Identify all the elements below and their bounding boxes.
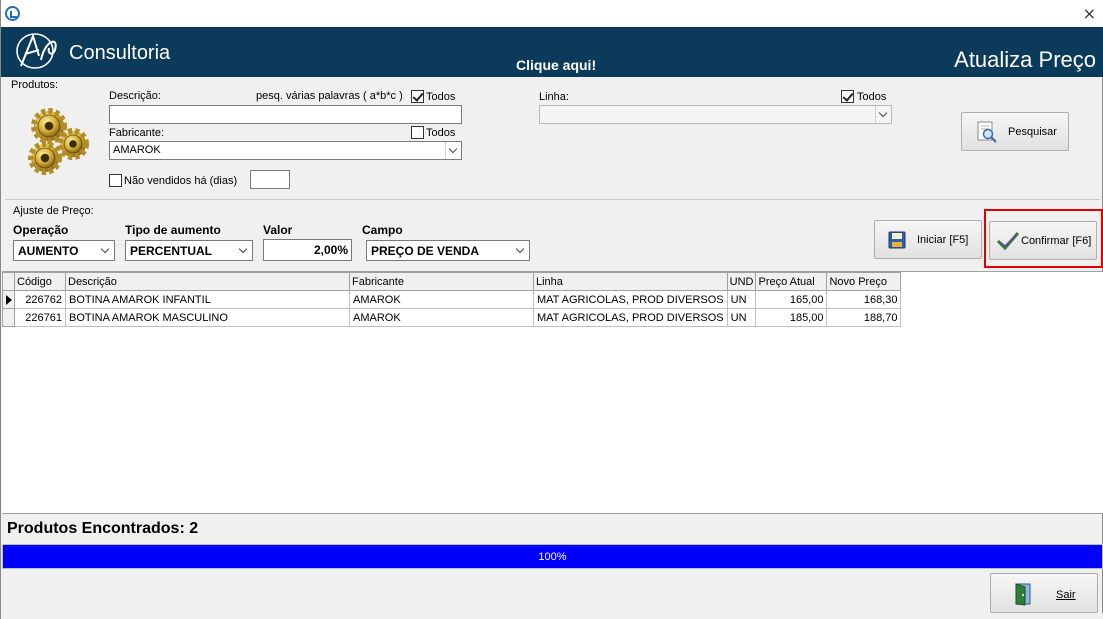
cell-und: UN: [726, 308, 757, 327]
sair-label: Sair: [1056, 589, 1076, 601]
row-indicator: [2, 308, 15, 327]
brand-name: Consultoria: [69, 42, 171, 64]
atualiza-preco-window: × Consultoria Clique aqui! Atualiza Preç…: [0, 0, 1103, 619]
ajuste-group-label: Ajuste de Preço:: [13, 205, 94, 217]
company-logo: [16, 32, 57, 69]
col-header-descricao[interactable]: Descrição: [65, 272, 350, 291]
sair-button[interactable]: Sair: [990, 573, 1098, 613]
fabricante-select[interactable]: AMAROK: [109, 141, 462, 160]
products-table: Código Descrição Fabricante Linha UND Pr…: [2, 272, 902, 327]
campo-label: Campo: [362, 223, 403, 237]
cell-descricao: BOTINA AMAROK INFANTIL: [65, 290, 350, 309]
search-icon: [977, 121, 997, 143]
pesquisar-button[interactable]: Pesquisar: [961, 112, 1069, 151]
multi-word-hint: pesq. várias palavras ( a*b*c ): [256, 90, 403, 102]
confirmar-button[interactable]: Confirmar [F6]: [989, 221, 1097, 260]
exit-door-icon: [1015, 583, 1031, 606]
table-row[interactable]: 226761 BOTINA AMAROK MASCULINO AMAROK MA…: [2, 308, 902, 327]
confirmar-label: Confirmar [F6]: [1021, 235, 1092, 247]
todos-linha-label: Todos: [857, 91, 887, 103]
app-icon: [5, 6, 20, 21]
campo-select[interactable]: PREÇO DE VENDA: [366, 240, 530, 261]
close-icon[interactable]: ×: [1083, 4, 1096, 23]
col-header-novo-preco[interactable]: Novo Preço: [826, 272, 902, 291]
row-indicator-header: [2, 272, 15, 291]
cell-descricao: BOTINA AMAROK MASCULINO: [65, 308, 350, 327]
nao-vendidos-label: Não vendidos há (dias): [124, 175, 238, 187]
screen-title: Atualiza Preço: [954, 47, 1096, 72]
checkmark-icon: [996, 232, 1020, 251]
operacao-select[interactable]: AUMENTO: [13, 240, 115, 261]
descricao-input[interactable]: [109, 105, 462, 124]
iniciar-label: Iniciar [F5]: [917, 234, 969, 246]
operacao-value: AUMENTO: [18, 244, 79, 258]
cell-linha: MAT AGRICOLAS, PROD DIVERSOS: [533, 308, 728, 327]
clique-aqui-link[interactable]: Clique aqui!: [516, 57, 596, 73]
chevron-down-icon: [236, 241, 252, 260]
produtos-group-label: Produtos:: [11, 79, 59, 91]
tipo-aumento-label: Tipo de aumento: [125, 223, 221, 237]
todos-fabricante-checkbox[interactable]: [411, 126, 424, 139]
save-disk-icon: [888, 231, 906, 249]
tipo-aumento-value: PERCENTUAL: [130, 244, 213, 258]
cell-codigo: 226761: [14, 308, 66, 327]
col-header-und[interactable]: UND: [726, 272, 757, 291]
cell-preco-atual: 185,00: [755, 308, 828, 327]
cell-preco-atual: 165,00: [755, 290, 828, 309]
header-banner: Consultoria Clique aqui! Atualiza Preço: [1, 27, 1103, 77]
row-indicator: [2, 290, 15, 309]
col-header-linha[interactable]: Linha: [533, 272, 728, 291]
operacao-label: Operação: [13, 223, 69, 237]
table-row[interactable]: 226762 BOTINA AMAROK INFANTIL AMAROK MAT…: [2, 290, 902, 309]
fabricante-label: Fabricante:: [109, 127, 165, 139]
valor-label: Valor: [263, 223, 293, 237]
cell-und: UN: [726, 290, 757, 309]
nao-vendidos-dias-input[interactable]: [250, 170, 290, 189]
section-divider: [5, 199, 1100, 200]
status-bar-edge: [1, 613, 1103, 619]
progress-bar: 100%: [2, 544, 1103, 569]
products-grid[interactable]: Código Descrição Fabricante Linha UND Pr…: [2, 271, 1103, 514]
descricao-label: Descrição:: [109, 90, 161, 102]
campo-value: PREÇO DE VENDA: [371, 244, 480, 258]
cell-novo-preco: 188,70: [826, 308, 902, 327]
chevron-down-icon: [875, 106, 891, 123]
cell-fabricante: AMAROK: [349, 290, 534, 309]
todos-fabricante-label: Todos: [426, 127, 456, 139]
produtos-encontrados-count: Produtos Encontrados: 2: [7, 520, 199, 537]
gears-icon: [28, 108, 89, 175]
chevron-down-icon: [445, 142, 461, 159]
cell-codigo: 226762: [14, 290, 66, 309]
nao-vendidos-checkbox[interactable]: [109, 174, 122, 187]
todos-linha-checkbox[interactable]: [841, 90, 854, 103]
linha-select[interactable]: [539, 105, 892, 124]
pesquisar-label: Pesquisar: [1008, 126, 1057, 138]
cell-linha: MAT AGRICOLAS, PROD DIVERSOS: [533, 290, 728, 309]
title-bar: ×: [1, 0, 1103, 27]
col-header-codigo[interactable]: Código: [14, 272, 66, 291]
todos-descricao-label: Todos: [426, 91, 456, 103]
col-header-fabricante[interactable]: Fabricante: [349, 272, 534, 291]
todos-descricao-checkbox[interactable]: [411, 90, 424, 103]
iniciar-button[interactable]: Iniciar [F5]: [874, 220, 982, 259]
cell-novo-preco: 168,30: [826, 290, 902, 309]
cell-fabricante: AMAROK: [349, 308, 534, 327]
progress-text: 100%: [538, 551, 567, 563]
linha-label: Linha:: [539, 91, 569, 103]
fabricante-value: AMAROK: [113, 144, 161, 156]
valor-input[interactable]: 2,00%: [263, 239, 352, 261]
col-header-preco-atual[interactable]: Preço Atual: [755, 272, 828, 291]
chevron-down-icon: [98, 241, 114, 260]
chevron-down-icon: [513, 241, 529, 260]
row-pointer-icon: [6, 295, 12, 305]
table-header-row: Código Descrição Fabricante Linha UND Pr…: [2, 272, 902, 291]
tipo-aumento-select[interactable]: PERCENTUAL: [125, 240, 253, 261]
